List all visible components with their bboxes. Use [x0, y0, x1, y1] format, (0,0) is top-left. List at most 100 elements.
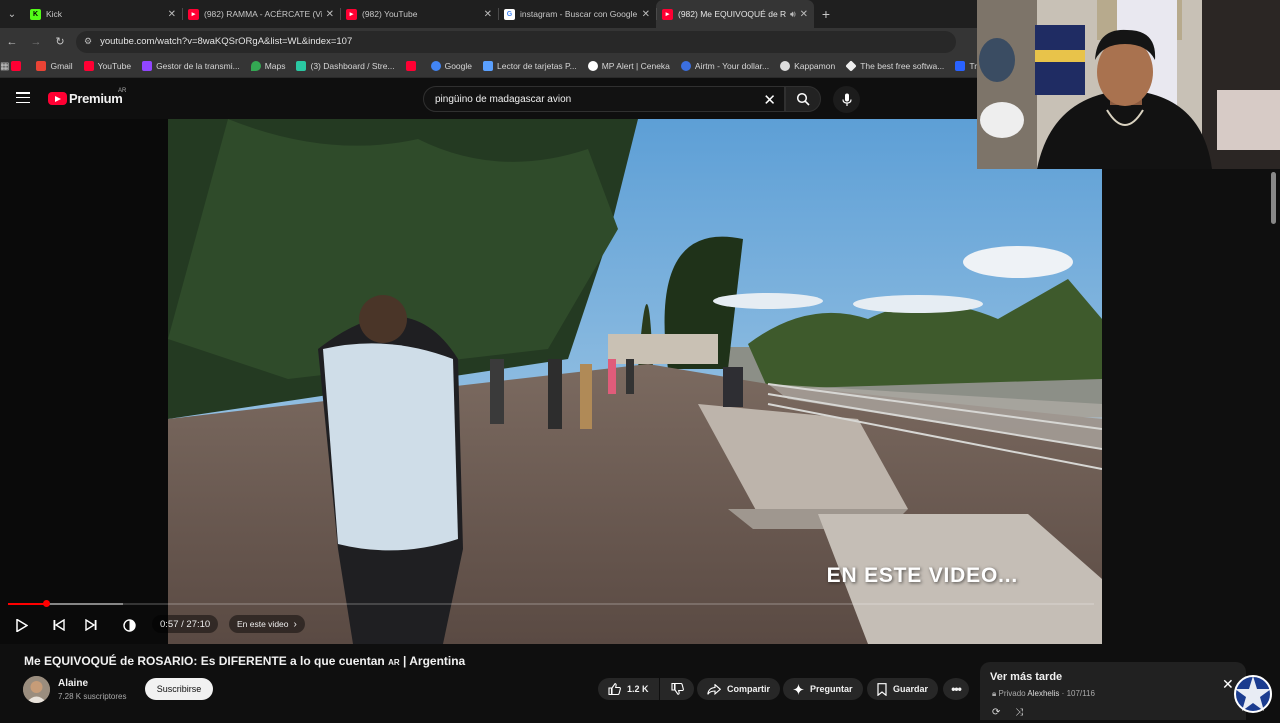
- subscribe-button[interactable]: Suscribirse: [145, 678, 213, 700]
- bookmark-free-software[interactable]: The best free softwa...: [845, 60, 944, 72]
- volume-icon: [122, 618, 136, 632]
- search-button[interactable]: [785, 86, 821, 112]
- bookmark-icon: [877, 682, 887, 696]
- play-button[interactable]: [13, 616, 31, 634]
- playlist-privacy: Privado: [998, 689, 1026, 698]
- google-icon: [430, 61, 441, 71]
- volume-button[interactable]: [120, 616, 138, 634]
- youtube-icon: [11, 61, 22, 71]
- speaker-icon[interactable]: 🔊︎: [790, 9, 796, 20]
- bookmark-item[interactable]: [405, 61, 420, 71]
- mp-alert-icon: [587, 61, 598, 71]
- tab-title: (982) YouTube: [362, 9, 418, 19]
- share-arrow-icon: [707, 683, 721, 695]
- bookmark-mp-alert[interactable]: MP Alert | Ceneka: [587, 61, 670, 71]
- play-icon: [16, 618, 28, 632]
- playlist-panel: Ver más tarde 🔒︎ Privado Alexhelis · 107…: [980, 662, 1246, 720]
- chevron-right-icon: ›: [293, 618, 297, 630]
- dislike-button[interactable]: [660, 678, 694, 700]
- bookmark-card-reader[interactable]: Lector de tarjetas P...: [483, 61, 577, 71]
- tab-title: Kick: [46, 9, 63, 19]
- card-reader-icon: [483, 61, 493, 71]
- close-tab-icon[interactable]: ✕: [326, 9, 334, 20]
- secondary-column: [1102, 169, 1280, 720]
- close-tab-icon[interactable]: ✕: [642, 9, 650, 20]
- url-text: youtube.com/watch?v=8waKQSrORgA&list=WL&…: [100, 36, 353, 47]
- ask-label: Preguntar: [810, 684, 853, 694]
- browser-tab-active-video[interactable]: ▸ (982) Me EQUIVOQUÉ de R 🔊︎ ✕: [656, 0, 814, 28]
- save-button[interactable]: Guardar: [867, 678, 939, 700]
- progress-bar[interactable]: [8, 603, 1094, 605]
- channel-avatar[interactable]: [23, 676, 50, 703]
- tab-title: (982) RAMMA - ACÉRCATE (Vi: [204, 9, 322, 19]
- loop-icon[interactable]: ⟳: [992, 707, 1000, 718]
- progress-scrubber-handle[interactable]: [43, 600, 50, 607]
- bookmark-item[interactable]: [11, 61, 25, 71]
- clear-search-icon[interactable]: ✕: [763, 91, 776, 109]
- site-info-icon[interactable]: ⚙: [84, 36, 92, 47]
- reload-icon[interactable]: ↻: [48, 35, 72, 48]
- channel-star-logo: [1226, 668, 1278, 718]
- next-button[interactable]: [82, 616, 100, 634]
- bookmark-twitch[interactable]: Gestor de la transmi...: [142, 61, 240, 71]
- voice-search-button[interactable]: [833, 86, 860, 113]
- tradingview-icon: [955, 61, 966, 71]
- thumbs-up-icon: [608, 683, 621, 695]
- video-title-suffix: | Argentina: [402, 654, 466, 668]
- bookmark-google[interactable]: Google: [430, 61, 472, 71]
- kappamon-icon: [780, 61, 791, 71]
- time-display: 0:57 / 27:10: [152, 615, 219, 633]
- close-tab-icon[interactable]: ✕: [484, 9, 492, 20]
- video-player[interactable]: EN ESTE VIDEO... 0:57 / 27:10 En este vi…: [0, 119, 1250, 644]
- hamburger-menu-icon[interactable]: [16, 92, 30, 106]
- previous-button[interactable]: [50, 616, 68, 634]
- close-tab-icon[interactable]: ✕: [800, 9, 808, 20]
- playlist-title[interactable]: Ver más tarde: [990, 671, 1062, 683]
- previous-icon: [53, 619, 65, 631]
- microphone-icon: [841, 93, 852, 106]
- close-tab-icon[interactable]: ✕: [168, 9, 176, 20]
- bookmark-youtube[interactable]: YouTube: [83, 61, 131, 71]
- search-input[interactable]: pingüino de madagascar avion ✕: [423, 86, 785, 112]
- player-controls-bar: 0:57 / 27:10 En este video ›: [0, 599, 1250, 644]
- apps-grid-icon[interactable]: ▦: [0, 61, 9, 72]
- share-button[interactable]: Compartir: [697, 678, 781, 700]
- bookmark-gmail[interactable]: Gmail: [36, 61, 73, 71]
- like-button[interactable]: 1.2 K: [598, 678, 659, 700]
- youtube-icon: [83, 61, 94, 71]
- lock-icon: 🔒︎: [992, 689, 997, 698]
- chapter-button[interactable]: En este video ›: [229, 615, 305, 633]
- star-logo-image: [1234, 675, 1272, 713]
- video-frame[interactable]: EN ESTE VIDEO...: [168, 119, 1102, 644]
- channel-name[interactable]: Alaine: [58, 678, 88, 689]
- bookmark-dashboard[interactable]: (3) Dashboard / Stre...: [296, 61, 395, 71]
- logo-country-code: AR: [118, 88, 127, 94]
- webcam-overlay: [977, 0, 1280, 169]
- new-tab-button[interactable]: +: [814, 6, 838, 22]
- tab-search-chevron-icon[interactable]: ⌄: [0, 0, 24, 28]
- shuffle-icon[interactable]: ⤨: [1015, 707, 1023, 718]
- google-icon: G: [504, 8, 515, 20]
- ask-button[interactable]: Preguntar: [783, 678, 863, 700]
- bookmark-maps[interactable]: Maps: [250, 61, 285, 71]
- address-bar-row: ← → ↻ ⚙ youtube.com/watch?v=8waKQSrORgA&…: [0, 28, 980, 55]
- bookmark-kappamon[interactable]: Kappamon: [780, 61, 835, 71]
- browser-tab-instagram-search[interactable]: G instagram - Buscar con Google ✕: [498, 0, 656, 28]
- kick-icon: K: [30, 8, 41, 20]
- back-arrow-icon[interactable]: ←: [0, 36, 24, 48]
- url-field[interactable]: ⚙ youtube.com/watch?v=8waKQSrORgA&list=W…: [76, 30, 956, 53]
- twitch-icon: [142, 61, 153, 71]
- forward-arrow-icon[interactable]: →: [24, 36, 48, 48]
- playlist-owner[interactable]: Alexhelis: [1027, 689, 1059, 698]
- maps-pin-icon: [250, 61, 261, 71]
- youtube-premium-logo[interactable]: Premium AR: [48, 88, 127, 106]
- bookmark-airtm[interactable]: Airtm - Your dollar...: [680, 61, 769, 71]
- browser-tab-kick[interactable]: K Kick ✕: [24, 0, 182, 28]
- browser-tab-youtube[interactable]: ▸ (982) YouTube ✕: [340, 0, 498, 28]
- airtm-icon: [680, 61, 691, 71]
- page-scrollbar-thumb[interactable]: [1271, 172, 1276, 224]
- more-actions-button[interactable]: •••: [943, 678, 969, 700]
- bookmarks-bar: ▦ Gmail YouTube Gestor de la transmi... …: [0, 55, 980, 78]
- share-label: Compartir: [727, 684, 771, 694]
- browser-tab-ramma[interactable]: ▸ (982) RAMMA - ACÉRCATE (Vi ✕: [182, 0, 340, 28]
